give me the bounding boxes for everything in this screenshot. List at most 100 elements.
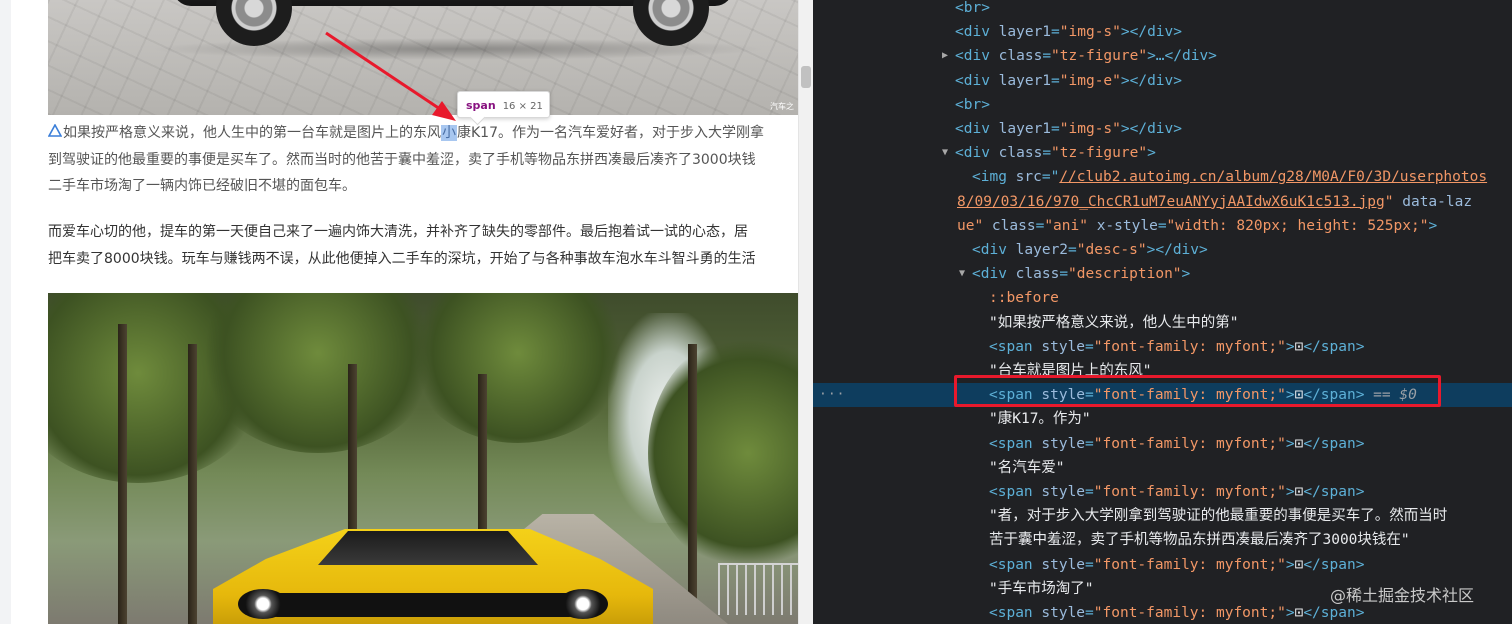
dom-node-line[interactable]: 8/09/03/16/970_ChcCR1uM7euANYyjAAIdwX6uK… — [813, 190, 1512, 214]
page-scrollbar[interactable] — [798, 0, 813, 624]
tag-token: </span> — [1303, 338, 1365, 355]
image-src-link[interactable]: 8/09/03/16/970_ChcCR1uM7euANYyjAAIdwX6uK… — [957, 194, 1385, 210]
dom-node-line[interactable]: <span style="font-family: myfont;">⊡</sp… — [813, 432, 1512, 456]
attr-value-token: "desc-s" — [1076, 242, 1147, 258]
attr-name-token: class — [991, 217, 1036, 234]
scrollbar-thumb[interactable] — [801, 66, 811, 88]
dom-node-code: <div class="tz-figure"> — [955, 141, 1156, 165]
dom-node-line[interactable]: <br> — [813, 93, 1512, 117]
dom-node-line[interactable]: "名汽车爱" — [813, 456, 1512, 480]
text-node-token: "名汽车爱" — [989, 459, 1065, 476]
attr-value-token: "img-s" — [1059, 24, 1121, 41]
missing-glyph-token: ⊡ — [1294, 484, 1304, 500]
tag-token: = — [1035, 217, 1045, 234]
collapse-triangle-icon[interactable]: ▶ — [942, 44, 948, 68]
dom-node-line[interactable]: "者，对于步入大学刚拿到驾驶证的他最重要的事便是买车了。然而当时 — [813, 504, 1512, 528]
attr-name-token: src — [1015, 169, 1042, 186]
tag-token: <br> — [955, 0, 990, 16]
attr-name-token: style — [1041, 338, 1086, 355]
missing-glyph-token: ⊡ — [1294, 556, 1304, 573]
attr-name-token: class — [998, 145, 1043, 162]
attr-value-token: "font-family: myfont;" — [1093, 484, 1286, 500]
tag-token: <div — [972, 266, 1016, 283]
attr-name-token: layer2 — [1015, 242, 1069, 258]
dom-node-code: "名汽车爱" — [989, 456, 1064, 480]
missing-glyph-token: ⊡ — [1294, 435, 1304, 452]
dom-node-code: "如果按严格意义来说，他人生中的第" — [989, 311, 1238, 335]
text-node-token: "如果按严格意义来说，他人生中的第" — [989, 314, 1239, 331]
dom-node-line[interactable]: ▶ <div class="tz-figure">…</div> — [813, 44, 1512, 68]
dom-node-code: "者，对于步入大学刚拿到驾驶证的他最重要的事便是买车了。然而当时 — [989, 504, 1447, 528]
attr-value-token: "font-family: myfont;" — [1093, 605, 1286, 621]
tag-token: = — [1051, 121, 1060, 137]
dom-node-code: <div layer1="img-s"></div> — [955, 117, 1182, 141]
tag-token: = — [1157, 217, 1167, 234]
tag-token: = — [1042, 48, 1052, 65]
page-preview: 汽车之 如果按严格意义来说，他人生中的第一台车就是图片上的东风小康K17。作为一… — [0, 0, 813, 624]
expand-triangle-icon[interactable]: ▼ — [959, 262, 965, 286]
dom-node-line[interactable]: <div layer1="img-s"></div> — [813, 117, 1512, 141]
tag-token: = — [1085, 484, 1094, 500]
tag-token: <div — [972, 242, 1016, 258]
dom-node-code: "手车市场淘了" — [989, 577, 1093, 601]
article-paragraph-2: 而爱车心切的他，提车的第一天便自己来了一遍内饰大清洗，并补齐了缺失的零部件。最后… — [48, 219, 798, 272]
dom-node-line[interactable]: ▼ <div class="tz-figure"> — [813, 141, 1512, 165]
tag-token: </span> — [1303, 435, 1365, 452]
dom-node-line[interactable]: <div layer1="img-s"></div> — [813, 20, 1512, 44]
image-src-link[interactable]: //club2.autoimg.cn/album/g28/M0A/F0/3D/u… — [1059, 169, 1487, 185]
dom-node-line[interactable]: ::before — [813, 286, 1512, 310]
left-gutter — [0, 0, 11, 624]
attr-value-token: "font-family: myfont;" — [1093, 556, 1286, 573]
attr-name-token: class — [1015, 266, 1060, 283]
tag-token: <br> — [955, 96, 990, 113]
site-watermark: @稀土掘金技术社区 — [1330, 586, 1475, 605]
tag-token: > — [1147, 145, 1156, 162]
tag-token: = — [1042, 145, 1052, 162]
tree-foliage — [408, 293, 628, 443]
node-actions-dots-icon[interactable]: ··· — [819, 383, 845, 407]
tag-token: =" — [1041, 169, 1060, 186]
text-node-token: 苦于囊中羞涩，卖了手机等物品东拼西凑最后凑齐了3000块钱在" — [989, 532, 1410, 549]
tag-token: </span> — [1303, 556, 1365, 573]
tag-token: = — [1085, 605, 1094, 621]
dom-node-line[interactable]: <span style="font-family: myfont;">⊡</sp… — [813, 480, 1512, 504]
tree-trunk — [188, 344, 197, 624]
dom-node-line[interactable]: <span style="font-family: myfont;">⊡</sp… — [813, 553, 1512, 577]
tag-token: <div — [955, 121, 999, 137]
attr-value-token: " — [1384, 193, 1403, 210]
dom-node-line[interactable]: "如果按严格意义来说，他人生中的第" — [813, 311, 1512, 335]
attr-value-token: "img-e" — [1059, 72, 1121, 89]
car-headlight-left — [238, 589, 288, 619]
expand-triangle-icon[interactable]: ▼ — [942, 141, 948, 165]
tag-token: > — [1285, 435, 1295, 452]
tag-token: >…</div> — [1147, 48, 1217, 65]
attr-value-token: "tz-figure" — [1051, 48, 1148, 65]
tag-token: <span — [989, 484, 1042, 500]
attr-name-token: style — [1041, 435, 1086, 452]
pseudo-element-token: ::before — [989, 290, 1059, 307]
tag-token: ></div> — [1120, 121, 1182, 137]
dom-node-line[interactable]: <div layer2="desc-s"></div> — [813, 238, 1512, 262]
dom-node-code: 苦于囊中羞涩，卖了手机等物品东拼西凑最后凑齐了3000块钱在" — [989, 528, 1410, 552]
tag-token: > — [1285, 556, 1295, 573]
dom-node-code: <span style="font-family: myfont;">⊡</sp… — [989, 601, 1364, 624]
dom-node-line[interactable]: ue" class="ani" x-style="width: 820px; h… — [813, 214, 1512, 238]
dom-node-line[interactable]: "康K17。作为" — [813, 407, 1512, 431]
dom-node-line[interactable]: ▼ <div class="description"> — [813, 262, 1512, 286]
attr-value-token: "tz-figure" — [1051, 145, 1148, 162]
dom-node-line[interactable]: <span style="font-family: myfont;">⊡</sp… — [813, 335, 1512, 359]
dom-node-code: 8/09/03/16/970_ChcCR1uM7euANYyjAAIdwX6uK… — [957, 190, 1472, 214]
dom-node-line[interactable]: <div layer1="img-e"></div> — [813, 69, 1512, 93]
dom-node-line[interactable]: <img src="//club2.autoimg.cn/album/g28/M… — [813, 165, 1512, 189]
inspected-span-highlight[interactable]: 小 — [441, 125, 457, 141]
tag-token: <div — [955, 48, 999, 65]
dom-node-line[interactable]: <br> — [813, 0, 1512, 20]
tag-token: > — [1285, 605, 1295, 621]
attr-value-token: "width: 820px; height: 525px;" — [1166, 217, 1429, 234]
tag-token: <span — [989, 556, 1042, 573]
dom-node-line[interactable]: 苦于囊中羞涩，卖了手机等物品东拼西凑最后凑齐了3000块钱在" — [813, 528, 1512, 552]
dom-node-code: <div layer1="img-s"></div> — [955, 20, 1182, 44]
tag-token: ></div> — [1120, 24, 1182, 41]
text-segment: 康K17。作为一名汽车爱好者，对于步入大学刚拿 — [457, 125, 764, 141]
car-headlight-right — [558, 589, 608, 619]
